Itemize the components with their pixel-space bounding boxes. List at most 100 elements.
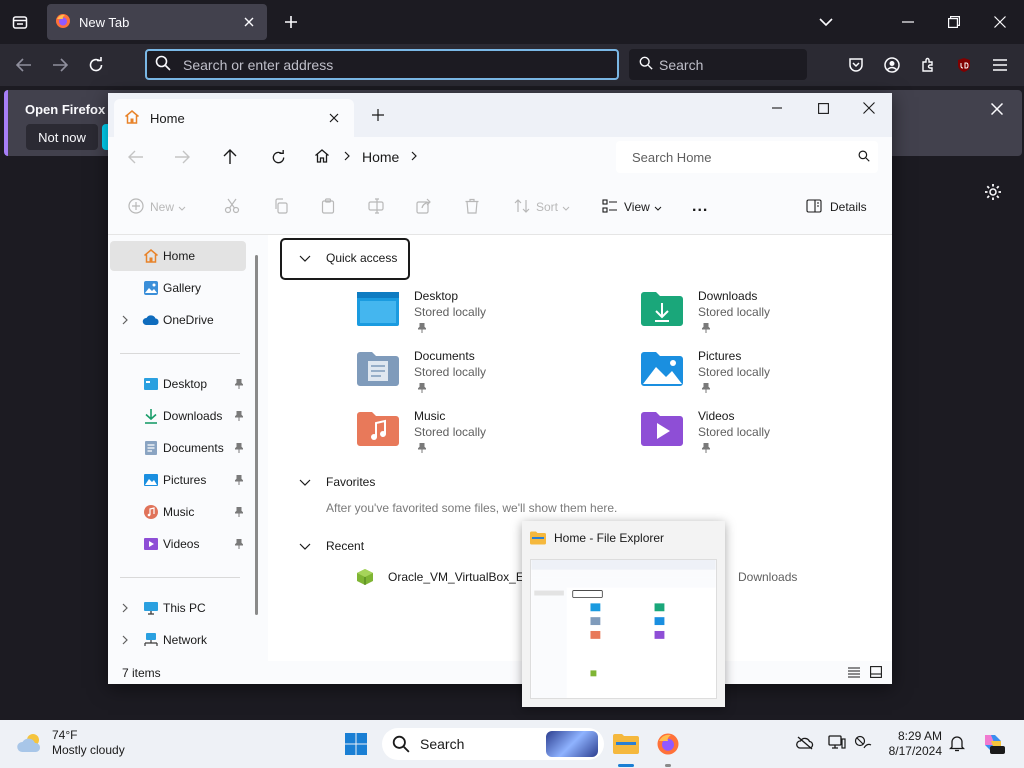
view-list-icon — [602, 198, 618, 216]
minimize-window-icon[interactable] — [754, 95, 800, 121]
nav-item-label: Desktop — [163, 377, 208, 391]
new-button[interactable]: New — [128, 194, 186, 220]
desktop-icon — [142, 375, 160, 393]
copilot-pre-icon[interactable] — [980, 730, 1006, 756]
view-button-label: View — [624, 200, 650, 214]
firefox-view-icon[interactable] — [8, 10, 32, 34]
forward-arrow-icon[interactable] — [168, 144, 196, 170]
breadcrumb[interactable]: Home — [314, 141, 604, 173]
network-disconnected-icon[interactable] — [852, 732, 874, 754]
nav-item-onedrive[interactable]: OneDrive — [110, 305, 246, 335]
quick-access-item-pictures[interactable]: Pictures Stored locally — [640, 347, 890, 403]
close-notification-icon[interactable] — [986, 98, 1008, 120]
nav-item-network[interactable]: Network — [110, 625, 246, 655]
search-icon — [858, 150, 870, 165]
chevron-right-icon[interactable] — [120, 603, 130, 613]
quick-access-item-music[interactable]: Music Stored locally — [356, 407, 606, 463]
taskbar-search-box[interactable]: Search — [382, 728, 604, 760]
back-arrow-icon[interactable] — [11, 52, 37, 78]
close-window-icon[interactable] — [846, 95, 892, 121]
sort-button[interactable]: Sort — [514, 194, 570, 220]
settings-gear-icon[interactable] — [982, 181, 1004, 203]
device-monitor-icon[interactable] — [826, 732, 848, 754]
active-app-indicator — [618, 764, 634, 767]
quick-access-item-videos[interactable]: Videos Stored locally — [640, 407, 890, 463]
nav-item-home[interactable]: Home — [110, 241, 246, 271]
explorer-search-box[interactable] — [616, 141, 878, 173]
more-options-button[interactable]: ... — [692, 194, 708, 220]
delete-button[interactable] — [464, 194, 480, 220]
address-bar[interactable] — [145, 49, 619, 80]
close-tab-icon[interactable] — [239, 12, 259, 32]
details-view-icon[interactable] — [846, 664, 862, 680]
explorer-search-input[interactable] — [632, 149, 858, 165]
onedrive-offline-icon[interactable] — [794, 732, 816, 754]
details-pane-button[interactable]: Details — [806, 194, 867, 220]
home-icon — [142, 247, 160, 265]
nav-item-downloads[interactable]: Downloads — [110, 401, 246, 431]
maximize-window-icon[interactable] — [800, 95, 846, 121]
new-tab-plus-icon[interactable] — [279, 10, 303, 34]
nav-pane-scrollbar[interactable] — [255, 255, 258, 615]
taskbar-thumbnail-preview[interactable]: Home - File Explorer — [522, 521, 725, 707]
quick-access-item-downloads[interactable]: Downloads Stored locally — [640, 287, 890, 343]
browser-tab-new-tab[interactable]: New Tab — [47, 4, 267, 40]
up-arrow-icon[interactable] — [216, 144, 244, 170]
firefox-taskbar-icon[interactable] — [652, 728, 684, 760]
search-input[interactable] — [659, 56, 789, 73]
explorer-tab-home[interactable]: Home — [114, 99, 354, 137]
ublock-origin-icon[interactable] — [951, 52, 977, 78]
extensions-puzzle-icon[interactable] — [915, 52, 941, 78]
breadcrumb-chevron-icon[interactable] — [344, 150, 350, 164]
quick-access-header[interactable]: Quick access — [298, 251, 397, 265]
nav-item-documents[interactable]: Documents — [110, 433, 246, 463]
item-status: Stored locally — [414, 305, 487, 319]
quick-access-title: Quick access — [326, 251, 398, 265]
paste-button[interactable] — [320, 194, 336, 220]
copy-button[interactable] — [273, 194, 289, 220]
quick-access-item-desktop[interactable]: Desktop Stored locally — [356, 287, 606, 343]
new-tab-plus-icon[interactable] — [368, 105, 388, 125]
address-input[interactable] — [183, 56, 563, 73]
system-clock[interactable]: 8:29 AM 8/17/2024 — [880, 729, 942, 759]
favorites-header[interactable]: Favorites — [298, 475, 375, 489]
large-icons-view-icon[interactable] — [868, 664, 884, 680]
account-icon[interactable] — [879, 52, 905, 78]
nav-item-label: OneDrive — [163, 313, 214, 327]
rename-button[interactable] — [368, 194, 384, 220]
pin-icon — [702, 383, 710, 393]
close-window-icon[interactable] — [986, 8, 1014, 36]
back-arrow-icon[interactable] — [122, 144, 150, 170]
not-now-button[interactable]: Not now — [26, 124, 98, 150]
share-button[interactable] — [416, 194, 432, 220]
close-tab-icon[interactable] — [324, 108, 344, 128]
chevron-right-icon[interactable] — [120, 315, 130, 325]
quick-access-item-documents[interactable]: Documents Stored locally — [356, 347, 606, 403]
downloads-folder-icon — [641, 292, 683, 326]
weather-widget[interactable]: 74°F Mostly cloudy — [16, 728, 125, 758]
view-button[interactable]: View — [602, 194, 662, 220]
breadcrumb-chevron-icon[interactable] — [411, 150, 418, 164]
refresh-icon[interactable] — [264, 144, 292, 170]
chevron-right-icon[interactable] — [120, 635, 130, 645]
breadcrumb-home[interactable]: Home — [362, 149, 399, 165]
nav-item-this-pc[interactable]: This PC — [110, 593, 246, 623]
nav-item-videos[interactable]: Videos — [110, 529, 246, 559]
hamburger-menu-icon[interactable] — [987, 52, 1013, 78]
nav-item-desktop[interactable]: Desktop — [110, 369, 246, 399]
nav-item-music[interactable]: Music — [110, 497, 246, 527]
restore-window-icon[interactable] — [940, 8, 968, 36]
reload-icon[interactable] — [83, 52, 109, 78]
minimize-window-icon[interactable] — [894, 8, 922, 36]
notification-bell-icon[interactable] — [946, 732, 968, 754]
forward-arrow-icon[interactable] — [47, 52, 73, 78]
nav-item-gallery[interactable]: Gallery — [110, 273, 246, 303]
cut-button[interactable] — [224, 194, 240, 220]
search-bar[interactable] — [629, 49, 807, 80]
list-all-tabs-chevron-icon[interactable] — [814, 10, 838, 34]
nav-item-pictures[interactable]: Pictures — [110, 465, 246, 495]
recent-header[interactable]: Recent — [298, 539, 364, 553]
start-windows-logo-icon[interactable] — [340, 728, 372, 760]
file-explorer-taskbar-icon[interactable] — [610, 728, 642, 760]
pocket-icon[interactable] — [843, 52, 869, 78]
